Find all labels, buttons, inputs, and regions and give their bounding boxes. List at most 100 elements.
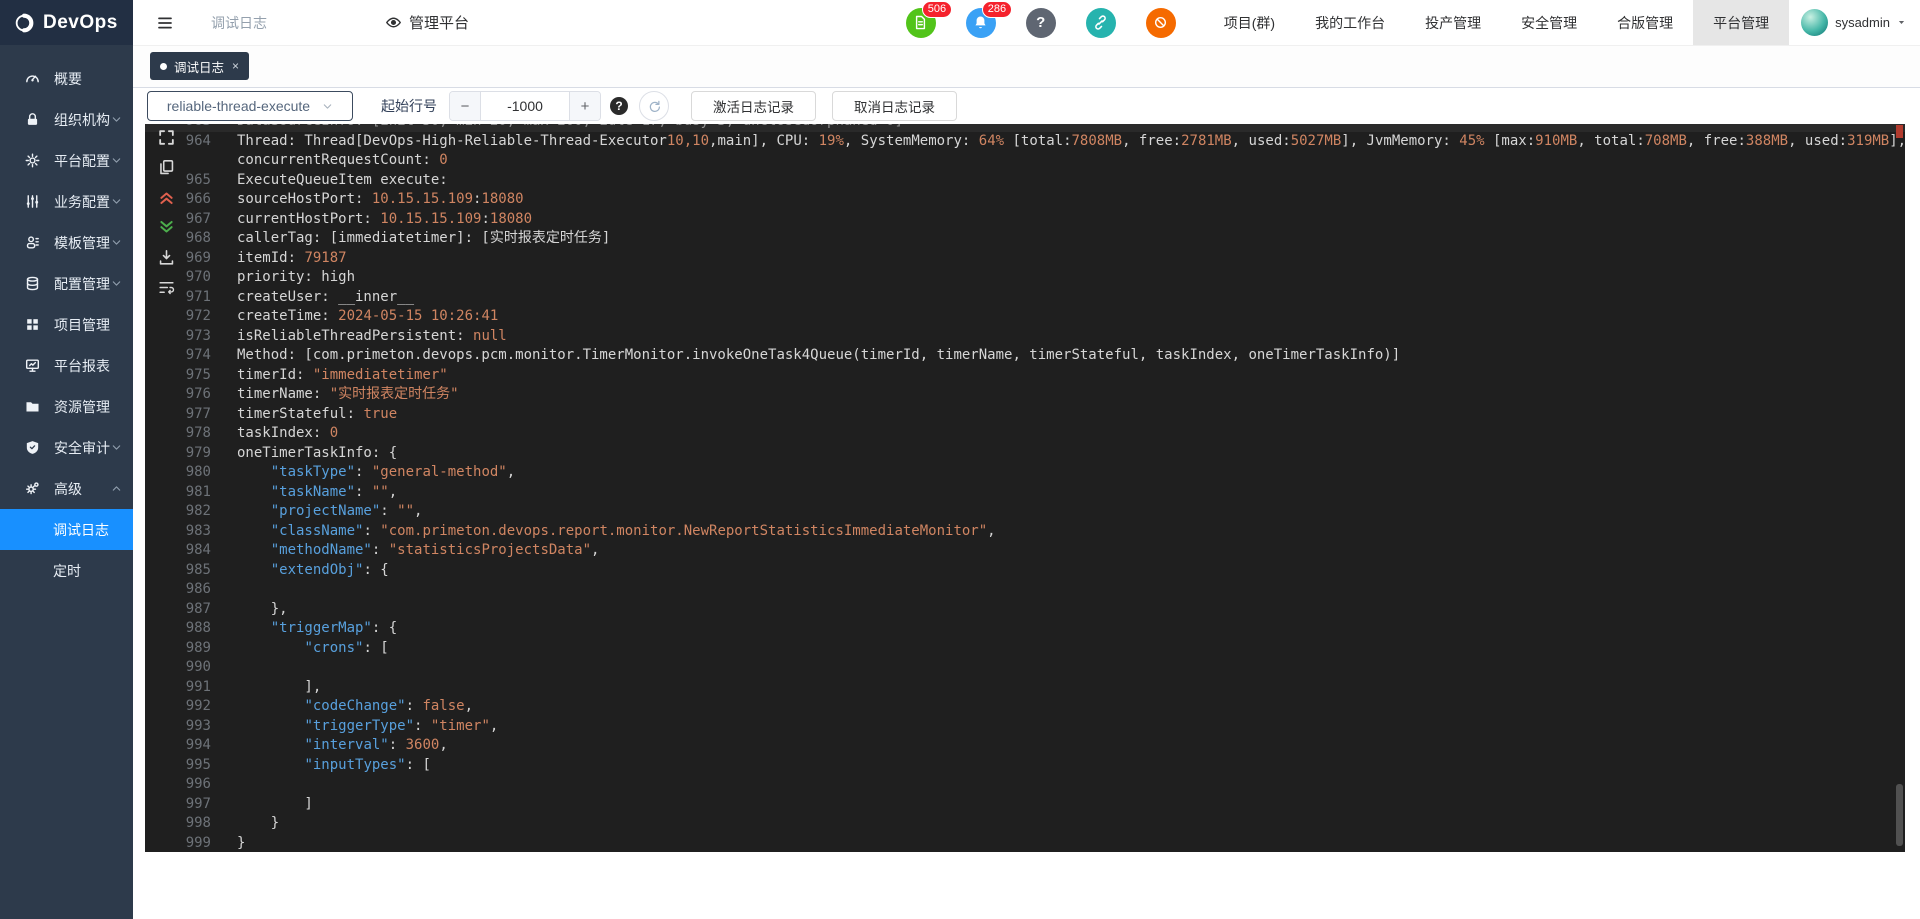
line-number: 987 — [145, 600, 211, 620]
line-number: 996 — [145, 775, 211, 795]
sidebar-item-organization[interactable]: 组织机构 — [0, 99, 133, 140]
token — [237, 698, 304, 714]
sidebar-item-debug-log[interactable]: 调试日志 — [0, 509, 133, 550]
line-content: "taskType": "general-method", — [211, 463, 515, 483]
log-line: 970priority: high — [145, 268, 1905, 288]
active-tab-dot — [160, 63, 167, 70]
token: "statisticsProjectsData" — [389, 542, 591, 558]
token: , — [591, 542, 599, 558]
chevron-down-icon — [111, 196, 122, 207]
log-line: 988 "triggerMap": { — [145, 619, 1905, 639]
token: 7808MB — [1072, 133, 1123, 149]
token: ExecuteQueueItem execute: — [237, 172, 448, 188]
increase-button[interactable]: + — [569, 92, 600, 120]
hamburger-menu-icon[interactable] — [155, 15, 175, 31]
help-button[interactable]: ? — [1026, 8, 1056, 38]
download-icon[interactable] — [157, 248, 176, 267]
sidebar-item-platform-config[interactable]: 平台配置 — [0, 140, 133, 181]
scroll-top-icon[interactable] — [157, 188, 176, 207]
sidebar-item-advanced[interactable]: 高级 — [0, 468, 133, 509]
sidebar-item-config-mgmt[interactable]: 配置管理 — [0, 263, 133, 304]
nav-item-security[interactable]: 安全管理 — [1501, 0, 1597, 45]
help-icon[interactable]: ? — [610, 97, 628, 115]
token — [237, 757, 304, 773]
log-viewer[interactable]: 963DataSourceInfo: [init 50, min 20, max… — [145, 122, 1905, 852]
log-line: 999} — [145, 834, 1905, 853]
sidebar-item-platform-report[interactable]: 平台报表 — [0, 345, 133, 386]
token: : — [363, 523, 380, 539]
line-content: "inputTypes": [ — [211, 756, 431, 776]
eye-icon — [385, 14, 402, 31]
sidebar-item-label: 配置管理 — [54, 274, 110, 294]
log-line: 994 "interval": 3600, — [145, 736, 1905, 756]
documents-button[interactable]: 506 — [906, 8, 936, 38]
close-icon[interactable]: × — [232, 60, 239, 72]
token: timerName: — [237, 386, 330, 402]
scroll-bottom-icon[interactable] — [157, 218, 176, 237]
chevron-down-icon — [111, 442, 122, 453]
fullscreen-icon[interactable] — [157, 128, 176, 147]
sidebar-item-template-mgmt[interactable]: 模板管理 — [0, 222, 133, 263]
start-line-input[interactable] — [481, 92, 569, 120]
line-content: timerId: "immediatetimer" — [211, 366, 448, 386]
token: , free: — [1122, 133, 1181, 149]
sidebar-item-label: 高级 — [54, 479, 82, 499]
scrollbar-thumb[interactable] — [1896, 784, 1903, 846]
sidebar-item-business-config[interactable]: 业务配置 — [0, 181, 133, 222]
token: createUser: __inner__ — [237, 289, 414, 305]
chevron-up-icon — [111, 483, 122, 494]
token: 64% — [979, 133, 1004, 149]
sidebar-item-timer[interactable]: 定时 — [0, 550, 133, 591]
platform-switcher[interactable]: 管理平台 — [385, 12, 469, 33]
token — [237, 484, 271, 500]
cancel-log-button[interactable]: 取消日志记录 — [832, 91, 957, 121]
nav-item-release[interactable]: 合版管理 — [1597, 0, 1693, 45]
log-line: 987 }, — [145, 600, 1905, 620]
log-select[interactable]: reliable-thread-execute — [147, 91, 353, 121]
copy-icon[interactable] — [157, 158, 176, 177]
log-line: 985 "extendObj": { — [145, 561, 1905, 581]
line-content: createTime: 2024-05-15 10:26:41 — [211, 307, 498, 327]
forbidden-button[interactable] — [1146, 8, 1176, 38]
token: priority: high — [237, 269, 355, 285]
nav-item-platform[interactable]: 平台管理 — [1693, 0, 1789, 45]
sidebar-item-overview[interactable]: 概要 — [0, 58, 133, 99]
links-button[interactable] — [1086, 8, 1116, 38]
line-number: 974 — [145, 346, 211, 366]
tab-bar: 调试日志× — [133, 45, 1920, 88]
nav-item-workbench[interactable]: 我的工作台 — [1295, 0, 1405, 45]
sidebar-item-security-audit[interactable]: 安全审计 — [0, 427, 133, 468]
tab-debug-log[interactable]: 调试日志× — [150, 52, 249, 80]
token: "taskName" — [271, 484, 355, 500]
sidebar-item-project-mgmt[interactable]: 项目管理 — [0, 304, 133, 345]
breadcrumb: 调试日志 — [211, 13, 267, 33]
refresh-button[interactable] — [639, 91, 669, 121]
user-menu[interactable]: sysadmin — [1789, 9, 1920, 36]
log-line: 972createTime: 2024-05-15 10:26:41 — [145, 307, 1905, 327]
wrap-icon[interactable] — [157, 278, 176, 297]
nav-item-production[interactable]: 投产管理 — [1405, 0, 1501, 45]
line-content: concurrentRequestCount: 0 — [211, 151, 448, 171]
line-content: "projectName": "", — [211, 502, 422, 522]
line-content: createUser: __inner__ — [211, 288, 414, 308]
log-line: 973isReliableThreadPersistent: null — [145, 327, 1905, 347]
token: itemId: — [237, 250, 304, 266]
decrease-button[interactable]: − — [450, 92, 481, 120]
token — [237, 620, 271, 636]
activate-log-button[interactable]: 激活日志记录 — [691, 91, 816, 121]
log-line: 982 "projectName": "", — [145, 502, 1905, 522]
token: ], — [237, 679, 321, 695]
token: 3600 — [406, 737, 440, 753]
sidebar-item-resource-mgmt[interactable]: 资源管理 — [0, 386, 133, 427]
nav-item-projects[interactable]: 项目(群) — [1204, 0, 1295, 45]
token: : { — [372, 620, 397, 636]
log-line: 979oneTimerTaskInfo: { — [145, 444, 1905, 464]
line-number: 975 — [145, 366, 211, 386]
notifications-button[interactable]: 286 — [966, 8, 996, 38]
sidebar: DevOps 概要组织机构平台配置业务配置模板管理配置管理项目管理平台报表资源管… — [0, 0, 133, 919]
app-logo-text: DevOps — [43, 12, 118, 34]
token: : — [372, 542, 389, 558]
line-number: 982 — [145, 502, 211, 522]
app-logo[interactable]: DevOps — [0, 0, 133, 45]
line-content: "crons": [ — [211, 639, 389, 659]
